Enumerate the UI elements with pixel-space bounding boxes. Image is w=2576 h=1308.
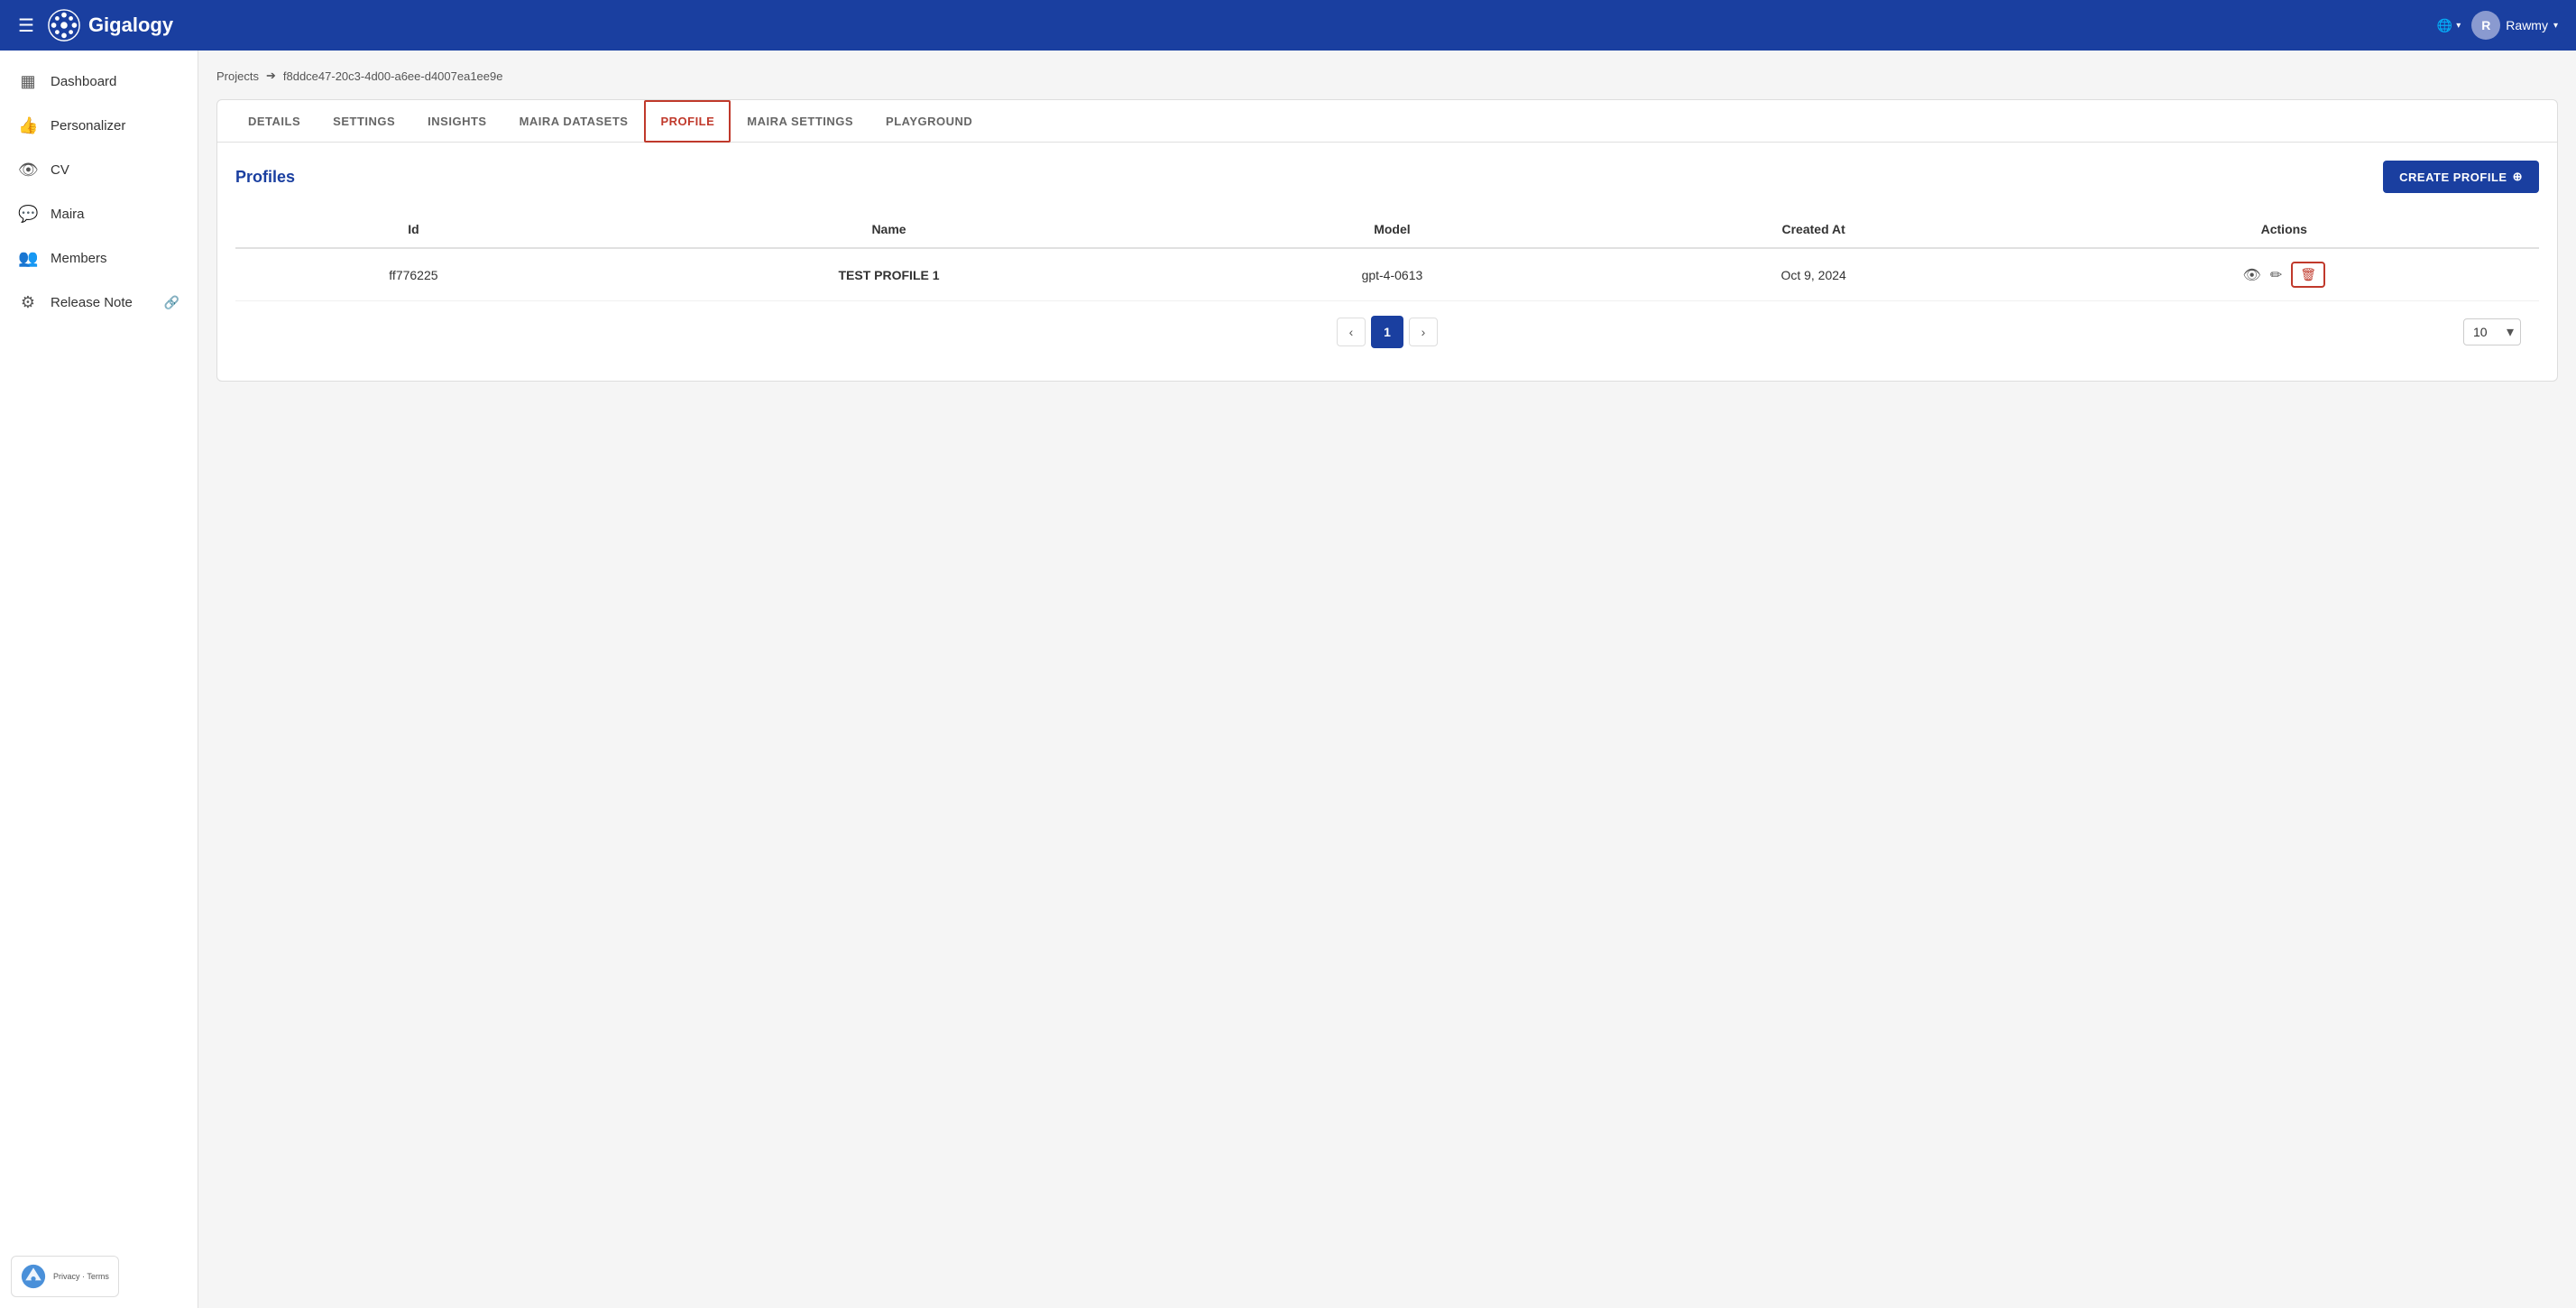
sidebar-item-maira[interactable]: 💬 Maira [0,192,198,236]
logo-text: Gigalogy [88,14,173,37]
tab-profile[interactable]: PROFILE [644,100,731,143]
col-header-created-at: Created At [1598,211,2029,248]
dashboard-icon: ▦ [18,72,38,91]
sidebar-label-personalizer: Personalizer [51,118,179,134]
profile-created-at-cell: Oct 9, 2024 [1598,248,2029,301]
breadcrumb-projects[interactable]: Projects [216,69,259,83]
tab-maira-datasets[interactable]: MAIRA DATASETS [503,100,645,143]
recaptcha-text: Privacy · Terms [53,1271,109,1283]
sidebar-label-cv: CV [51,162,179,178]
tab-details[interactable]: DETAILS [232,100,317,143]
tab-maira-settings[interactable]: MAIRA SETTINGS [731,100,869,143]
prev-page-button[interactable]: ‹ [1337,318,1366,346]
sidebar-item-members[interactable]: 👥 Members [0,236,198,281]
col-header-model: Model [1186,211,1598,248]
sidebar-item-personalizer[interactable]: 👍 Personalizer [0,104,198,148]
col-header-name: Name [592,211,1186,248]
sidebar-item-dashboard[interactable]: ▦ Dashboard [0,60,198,104]
user-name: Rawmy [2506,18,2548,32]
release-note-icon: ⚙ [18,293,38,312]
view-profile-icon[interactable]: 👁 [2243,266,2261,284]
main-card: DETAILS SETTINGS INSIGHTS MAIRA DATASETS… [216,99,2558,382]
sidebar-label-dashboard: Dashboard [51,74,179,89]
hamburger-icon[interactable]: ☰ [18,14,34,37]
per-page-wrapper: 10 25 50 100 [2463,318,2521,345]
profiles-header: Profiles CREATE PROFILE ⊕ [235,161,2539,193]
logo-area: Gigalogy [47,8,173,42]
create-profile-button[interactable]: CREATE PROFILE ⊕ [2383,161,2539,193]
profile-model-cell: gpt-4-0613 [1186,248,1598,301]
tab-insights[interactable]: INSIGHTS [411,100,502,143]
profile-actions-cell: 👁 ✏ 🗑 [2029,248,2539,301]
next-page-button[interactable]: › [1409,318,1438,346]
create-profile-label: CREATE PROFILE [2399,170,2507,184]
gigalogy-logo-icon [47,8,81,42]
external-link-icon: 🔗 [164,295,179,310]
recaptcha-badge: Privacy · Terms [11,1256,119,1297]
user-menu[interactable]: R Rawmy ▾ [2471,11,2558,40]
pagination-controls: ‹ 1 › [1337,316,1438,348]
profile-id-cell: ff776225 [235,248,592,301]
table-row: ff776225 TEST PROFILE 1 gpt-4-0613 Oct 9… [235,248,2539,301]
col-header-actions: Actions [2029,211,2539,248]
avatar: R [2471,11,2500,40]
breadcrumb-arrow: ➔ [266,69,276,83]
table-header-row: Id Name Model Created At Actions [235,211,2539,248]
edit-profile-icon[interactable]: ✏ [2270,266,2282,284]
sidebar-label-release-note: Release Note [51,295,152,310]
sidebar-bottom: Privacy · Terms [0,1245,198,1308]
breadcrumb-project-id: f8ddce47-20c3-4d00-a6ee-d4007ea1ee9e [283,69,503,83]
user-chevron: ▾ [2553,21,2558,31]
create-profile-plus-icon: ⊕ [2513,170,2523,184]
tab-settings[interactable]: SETTINGS [317,100,411,143]
privacy-terms-text: Privacy · Terms [53,1271,109,1283]
members-icon: 👥 [18,249,38,268]
page-1-button[interactable]: 1 [1371,316,1403,348]
nav-right: 🌐 ▾ R Rawmy ▾ [2437,11,2558,40]
sidebar-label-maira: Maira [51,207,179,222]
top-navigation: ☰ Gigalogy 🌐 ▾ R Rawmy ▾ [0,0,2576,51]
language-selector[interactable]: 🌐 ▾ [2437,18,2461,33]
globe-icon: 🌐 [2437,18,2452,33]
sidebar-item-release-note[interactable]: ⚙ Release Note 🔗 [0,281,198,325]
language-chevron: ▾ [2456,21,2461,31]
tab-playground[interactable]: PLAYGROUND [869,100,989,143]
cv-icon: 👁 [18,161,38,180]
profile-name-cell[interactable]: TEST PROFILE 1 [592,248,1186,301]
content-area: Projects ➔ f8ddce47-20c3-4d00-a6ee-d4007… [198,51,2576,1308]
col-header-id: Id [235,211,592,248]
sidebar: ▦ Dashboard 👍 Personalizer 👁 CV 💬 Maira … [0,51,198,1308]
sidebar-item-cv[interactable]: 👁 CV [0,148,198,192]
tabs-bar: DETAILS SETTINGS INSIGHTS MAIRA DATASETS… [217,100,2557,143]
profiles-section: Profiles CREATE PROFILE ⊕ Id Name Model … [217,143,2557,381]
profiles-table: Id Name Model Created At Actions ff77622… [235,211,2539,301]
recaptcha-logo-icon [21,1264,46,1289]
maira-icon: 💬 [18,205,38,224]
profiles-title: Profiles [235,168,295,187]
breadcrumb: Projects ➔ f8ddce47-20c3-4d00-a6ee-d4007… [216,69,2558,83]
per-page-select[interactable]: 10 25 50 100 [2463,318,2521,345]
sidebar-label-members: Members [51,251,179,266]
main-layout: ▦ Dashboard 👍 Personalizer 👁 CV 💬 Maira … [0,51,2576,1308]
pagination-area: ‹ 1 › 10 25 50 100 [235,301,2539,363]
delete-profile-button[interactable]: 🗑 [2291,262,2325,288]
personalizer-icon: 👍 [18,116,38,135]
